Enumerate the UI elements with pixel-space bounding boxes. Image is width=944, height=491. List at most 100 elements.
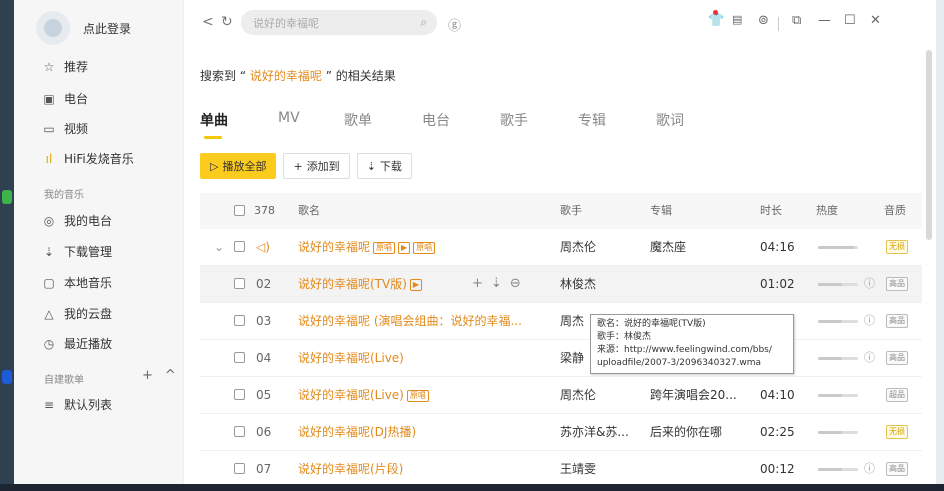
search-icon[interactable]: ⌕ bbox=[420, 15, 427, 30]
sidebar-item-radio[interactable]: ▣ 电台 bbox=[42, 90, 88, 107]
download-icon: ⇣ bbox=[366, 159, 376, 173]
tab-playlists[interactable]: 歌单 bbox=[344, 110, 422, 130]
maximize-icon[interactable]: ☐ bbox=[844, 13, 856, 28]
result-prefix: 搜索到 “ bbox=[200, 69, 250, 83]
add-to-button[interactable]: + 添加到 bbox=[283, 153, 350, 179]
vertical-scrollbar[interactable] bbox=[926, 50, 932, 240]
artist-name[interactable]: 周杰伦 bbox=[560, 377, 638, 413]
row-checkbox[interactable] bbox=[234, 315, 245, 326]
more-icon[interactable]: ⊖ bbox=[510, 276, 529, 291]
close-icon[interactable]: ✕ bbox=[870, 13, 881, 28]
sidebar-item-label: 本地音乐 bbox=[64, 276, 113, 290]
refresh-button[interactable]: ↻ bbox=[221, 14, 233, 30]
quality-badge: 高品 bbox=[886, 277, 908, 291]
expand-chevron-icon[interactable]: ⌄ bbox=[214, 229, 224, 265]
artist-name[interactable]: 苏亦洋&苏... bbox=[560, 414, 638, 450]
table-row[interactable]: ⌄ ◁) 说好的幸福呢 原唱 ▶ 原唱 周杰伦 魔杰座 04:16 无损 bbox=[200, 229, 922, 266]
download-button[interactable]: ⇣ 下载 bbox=[356, 153, 412, 179]
song-title-cell: 说好的幸福呢(DJ热播) bbox=[298, 414, 554, 450]
table-row[interactable]: 05 说好的幸福呢(Live) 原唱 周杰伦 跨年演唱会20... 04:10 超品 bbox=[200, 377, 922, 414]
tab-artists[interactable]: 歌手 bbox=[500, 110, 578, 130]
sidebar-item-recent[interactable]: ◷ 最近播放 bbox=[42, 335, 112, 352]
info-icon[interactable]: ⓘ bbox=[864, 340, 875, 376]
artist-name[interactable]: 周杰伦 bbox=[560, 229, 638, 265]
table-row[interactable]: 03说好的幸福呢 (演唱会组曲：说好的幸福...周杰33ⓘ高品 bbox=[200, 303, 922, 340]
quality-badge: 高品 bbox=[886, 314, 908, 328]
sidebar-item-local-music[interactable]: ▢ 本地音乐 bbox=[42, 274, 112, 291]
voice-search-icon[interactable]: ⓖ bbox=[448, 15, 461, 34]
info-icon[interactable]: ⓘ bbox=[864, 451, 875, 484]
table-row[interactable]: 04说好的幸福呢(Live)梁静05ⓘ高品 bbox=[200, 340, 922, 377]
select-all-checkbox[interactable] bbox=[234, 205, 245, 216]
tooltip-line: 歌名：说好的幸福呢(TV版) bbox=[597, 319, 706, 329]
sidebar-item-hifi[interactable]: ıl HiFi发烧音乐 bbox=[42, 150, 134, 167]
search-result-summary: 搜索到 “ 说好的幸福呢 ” 的相关结果 bbox=[200, 67, 396, 84]
table-row[interactable]: 02 说好的幸福呢(TV版) ▶ +⇣⊖ 林俊杰 01:02 ⓘ 高品 bbox=[200, 266, 922, 303]
settings-icon[interactable]: ⊚ bbox=[758, 13, 769, 28]
tab-mv[interactable]: MV bbox=[278, 110, 344, 130]
duration: 04:16 bbox=[760, 240, 795, 254]
row-checkbox[interactable] bbox=[234, 241, 245, 252]
download-icon[interactable]: ⇣ bbox=[491, 276, 510, 291]
hifi-icon: ıl bbox=[45, 151, 53, 166]
fm-icon[interactable]: ▤ bbox=[732, 13, 742, 26]
login-area[interactable]: 点此登录 bbox=[36, 11, 131, 45]
song-title[interactable]: 说好的幸福呢(DJ热播) bbox=[298, 425, 416, 439]
row-checkbox[interactable] bbox=[234, 389, 245, 400]
heat-bar bbox=[818, 357, 858, 360]
tab-albums[interactable]: 专辑 bbox=[578, 110, 656, 130]
add-playlist-button[interactable]: + bbox=[142, 368, 153, 383]
album-name[interactable]: 后来的你在哪 bbox=[650, 414, 750, 450]
tab-songs[interactable]: 单曲 bbox=[200, 110, 238, 130]
toolbar-divider bbox=[778, 17, 779, 31]
collapse-playlists-icon[interactable]: ^ bbox=[165, 368, 176, 383]
song-title[interactable]: 说好的幸福呢 bbox=[298, 240, 370, 254]
row-checkbox[interactable] bbox=[234, 352, 245, 363]
album-name[interactable]: 跨年演唱会20... bbox=[650, 377, 750, 413]
sidebar-item-default-list[interactable]: ≡ 默认列表 bbox=[42, 396, 112, 413]
mv-badge[interactable]: ▶ bbox=[409, 278, 423, 291]
avatar[interactable] bbox=[36, 11, 70, 45]
info-icon[interactable]: ⓘ bbox=[864, 266, 875, 302]
song-title[interactable]: 说好的幸福呢(片段) bbox=[298, 462, 403, 476]
info-icon[interactable]: ⓘ bbox=[864, 303, 875, 339]
song-title[interactable]: 说好的幸福呢(TV版) bbox=[298, 277, 407, 291]
table-row[interactable]: 06 说好的幸福呢(DJ热播) 苏亦洋&苏... 后来的你在哪 02:25 无损 bbox=[200, 414, 922, 451]
back-button[interactable]: < bbox=[202, 14, 214, 30]
table-row[interactable]: 07 说好的幸福呢(片段) 王靖雯 00:12 ⓘ 高品 bbox=[200, 451, 922, 484]
sidebar-item-cloud[interactable]: △ 我的云盘 bbox=[42, 305, 112, 322]
minimize-icon[interactable]: — bbox=[818, 13, 831, 28]
mv-badge[interactable]: ▶ bbox=[398, 241, 411, 254]
album-name[interactable]: 魔杰座 bbox=[650, 229, 750, 265]
row-checkbox[interactable] bbox=[234, 278, 245, 289]
song-title[interactable]: 说好的幸福呢(Live) bbox=[298, 351, 404, 365]
sidebar-item-my-radio[interactable]: ◎ 我的电台 bbox=[42, 212, 112, 229]
download-icon: ⇣ bbox=[43, 244, 55, 259]
add-icon[interactable]: + bbox=[472, 276, 491, 291]
song-title[interactable]: 说好的幸福呢 (演唱会组曲：说好的幸福... bbox=[298, 314, 522, 328]
artist-name[interactable]: 王靖雯 bbox=[560, 451, 638, 484]
row-checkbox[interactable] bbox=[234, 426, 245, 437]
row-checkbox[interactable] bbox=[234, 463, 245, 474]
play-all-button[interactable]: ▷ 播放全部 bbox=[200, 153, 277, 179]
tab-lyrics[interactable]: 歌词 bbox=[656, 110, 716, 130]
song-title[interactable]: 说好的幸福呢(Live) bbox=[298, 388, 404, 402]
sidebar-item-video[interactable]: ▭ 视频 bbox=[42, 120, 88, 137]
sidebar-item-recommend[interactable]: ☆ 推荐 bbox=[42, 58, 88, 75]
sidebar-item-label: 默认列表 bbox=[64, 398, 113, 412]
taskbar bbox=[0, 484, 944, 491]
active-tab-indicator bbox=[204, 136, 222, 139]
song-title-cell: 说好的幸福呢 (演唱会组曲：说好的幸福... bbox=[298, 303, 554, 339]
login-link[interactable]: 点此登录 bbox=[83, 20, 131, 37]
search-input[interactable] bbox=[253, 16, 421, 29]
shirt-skin-icon[interactable]: 👕 bbox=[708, 13, 724, 28]
album-name[interactable] bbox=[650, 451, 750, 484]
album-name[interactable] bbox=[650, 266, 750, 302]
tab-radio[interactable]: 电台 bbox=[422, 110, 500, 130]
playlist-actions: + ^ bbox=[142, 368, 176, 383]
artist-name[interactable]: 林俊杰 bbox=[560, 266, 638, 302]
quality-badge: 无损 bbox=[886, 240, 908, 254]
sidebar-item-downloads[interactable]: ⇣ 下载管理 bbox=[42, 243, 112, 260]
search-box[interactable]: ⌕ bbox=[241, 10, 437, 35]
mini-mode-icon[interactable]: ⧉ bbox=[792, 13, 801, 28]
